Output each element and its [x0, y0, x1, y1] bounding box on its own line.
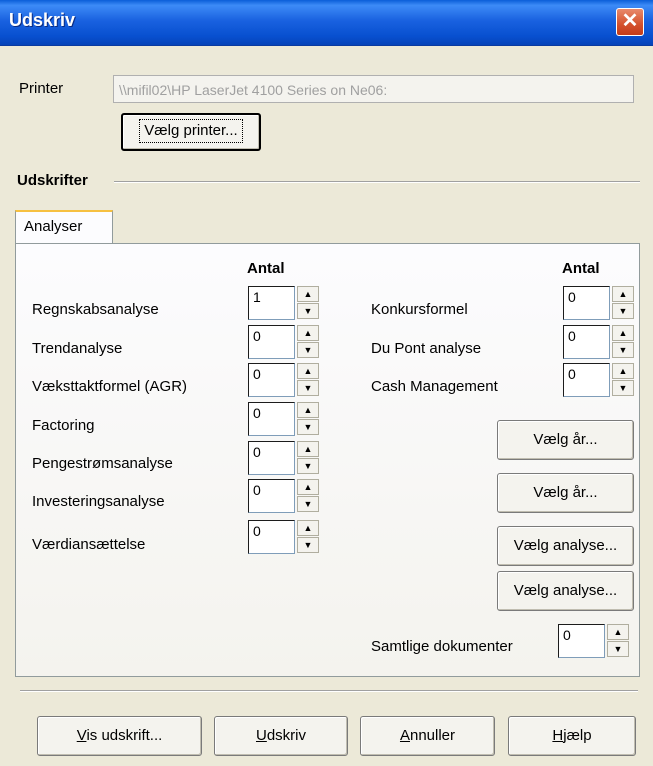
quantity-stepper[interactable]: 0 ▲ ▼ — [248, 325, 326, 359]
choose-year-button[interactable]: Vælg år... — [497, 473, 634, 513]
quantity-stepper[interactable]: 0 ▲ ▼ — [563, 325, 641, 359]
spin-up-icon[interactable]: ▲ — [612, 325, 634, 341]
spin-down-icon[interactable]: ▼ — [297, 419, 319, 435]
spin-down-icon[interactable]: ▼ — [612, 380, 634, 396]
spin-up-icon[interactable]: ▲ — [607, 624, 629, 640]
item-label: Væksttaktformel (AGR) — [32, 378, 188, 395]
tab-analyser[interactable]: Analyser — [15, 210, 113, 244]
print-label: dskriv — [266, 727, 306, 744]
choose-analysis-button[interactable]: Vælg analyse... — [497, 571, 634, 611]
spin-up-icon[interactable]: ▲ — [297, 402, 319, 418]
left-column-header: Antal — [247, 260, 285, 277]
spin-down-icon[interactable]: ▼ — [297, 342, 319, 358]
section-label: Udskrifter — [17, 172, 88, 189]
cancel-label: nnuller — [409, 727, 456, 744]
quantity-field[interactable]: 0 — [563, 286, 610, 320]
quantity-field[interactable]: 0 — [248, 402, 295, 436]
cancel-button[interactable]: Annuller — [360, 716, 495, 756]
all-documents-label: Samtlige dokumenter — [371, 638, 513, 655]
quantity-stepper[interactable]: 0 ▲ ▼ — [558, 624, 636, 658]
choose-printer-label: Vælg printer... — [139, 119, 243, 143]
close-button[interactable]: ✕ — [616, 8, 644, 36]
spin-up-icon[interactable]: ▲ — [612, 363, 634, 379]
preview-button[interactable]: Vis udskrift... — [37, 716, 202, 756]
printer-label: Printer — [19, 80, 64, 97]
spin-up-icon[interactable]: ▲ — [297, 363, 319, 379]
item-label: Værdiansættelse — [32, 536, 146, 553]
quantity-field[interactable]: 0 — [563, 325, 610, 359]
preview-label: is udskrift... — [86, 727, 163, 744]
item-label: Du Pont analyse — [371, 340, 482, 357]
spin-up-icon[interactable]: ▲ — [297, 520, 319, 536]
printer-field: \\mifil02\HP LaserJet 4100 Series on Ne0… — [113, 75, 634, 103]
quantity-field[interactable]: 0 — [248, 520, 295, 554]
spin-down-icon[interactable]: ▼ — [297, 537, 319, 553]
spin-up-icon[interactable]: ▲ — [297, 325, 319, 341]
choose-analysis-button[interactable]: Vælg analyse... — [497, 526, 634, 566]
quantity-stepper[interactable]: 0 ▲ ▼ — [248, 479, 326, 513]
quantity-field[interactable]: 0 — [248, 441, 295, 475]
spin-down-icon[interactable]: ▼ — [607, 641, 629, 657]
preview-mnemonic: V — [76, 727, 87, 744]
quantity-stepper[interactable]: 0 ▲ ▼ — [248, 363, 326, 397]
quantity-field[interactable]: 0 — [563, 363, 610, 397]
cancel-mnemonic: A — [399, 727, 410, 744]
quantity-stepper[interactable]: 0 ▲ ▼ — [563, 286, 641, 320]
title-bar[interactable]: Udskriv ✕ — [0, 0, 653, 46]
section-divider — [114, 181, 640, 183]
help-button[interactable]: Hjælp — [508, 716, 636, 756]
spin-up-icon[interactable]: ▲ — [612, 286, 634, 302]
item-label: Regnskabsanalyse — [32, 301, 159, 318]
help-mnemonic: H — [552, 727, 564, 744]
quantity-field[interactable]: 0 — [558, 624, 605, 658]
close-icon: ✕ — [621, 10, 639, 32]
spin-down-icon[interactable]: ▼ — [297, 303, 319, 319]
quantity-stepper[interactable]: 0 ▲ ▼ — [248, 441, 326, 475]
item-label: Cash Management — [371, 378, 498, 395]
spin-up-icon[interactable]: ▲ — [297, 286, 319, 302]
spin-down-icon[interactable]: ▼ — [612, 303, 634, 319]
help-label: jælp — [563, 727, 592, 744]
spin-down-icon[interactable]: ▼ — [297, 496, 319, 512]
spin-down-icon[interactable]: ▼ — [612, 342, 634, 358]
choose-year-button[interactable]: Vælg år... — [497, 420, 634, 460]
item-label: Investeringsanalyse — [32, 493, 165, 510]
print-dialog: Udskriv ✕ Printer \\mifil02\HP LaserJet … — [0, 0, 653, 766]
quantity-stepper[interactable]: 0 ▲ ▼ — [248, 402, 326, 436]
item-label: Trendanalyse — [32, 340, 123, 357]
item-label: Pengestrømsanalyse — [32, 455, 173, 472]
quantity-field[interactable]: 0 — [248, 363, 295, 397]
choose-printer-button[interactable]: Vælg printer... — [121, 113, 261, 151]
spin-down-icon[interactable]: ▼ — [297, 458, 319, 474]
print-mnemonic: U — [255, 727, 267, 744]
item-label: Konkursformel — [371, 301, 468, 318]
window-title: Udskriv — [9, 10, 76, 30]
print-button[interactable]: Udskriv — [214, 716, 348, 756]
item-label: Factoring — [32, 417, 95, 434]
quantity-stepper[interactable]: 0 ▲ ▼ — [563, 363, 641, 397]
quantity-stepper[interactable]: 0 ▲ ▼ — [248, 520, 326, 554]
spin-up-icon[interactable]: ▲ — [297, 479, 319, 495]
quantity-field[interactable]: 1 — [248, 286, 295, 320]
right-column-header: Antal — [562, 260, 600, 277]
spin-up-icon[interactable]: ▲ — [297, 441, 319, 457]
spin-down-icon[interactable]: ▼ — [297, 380, 319, 396]
footer-divider — [20, 690, 638, 692]
quantity-field[interactable]: 0 — [248, 325, 295, 359]
quantity-field[interactable]: 0 — [248, 479, 295, 513]
quantity-stepper[interactable]: 1 ▲ ▼ — [248, 286, 326, 320]
